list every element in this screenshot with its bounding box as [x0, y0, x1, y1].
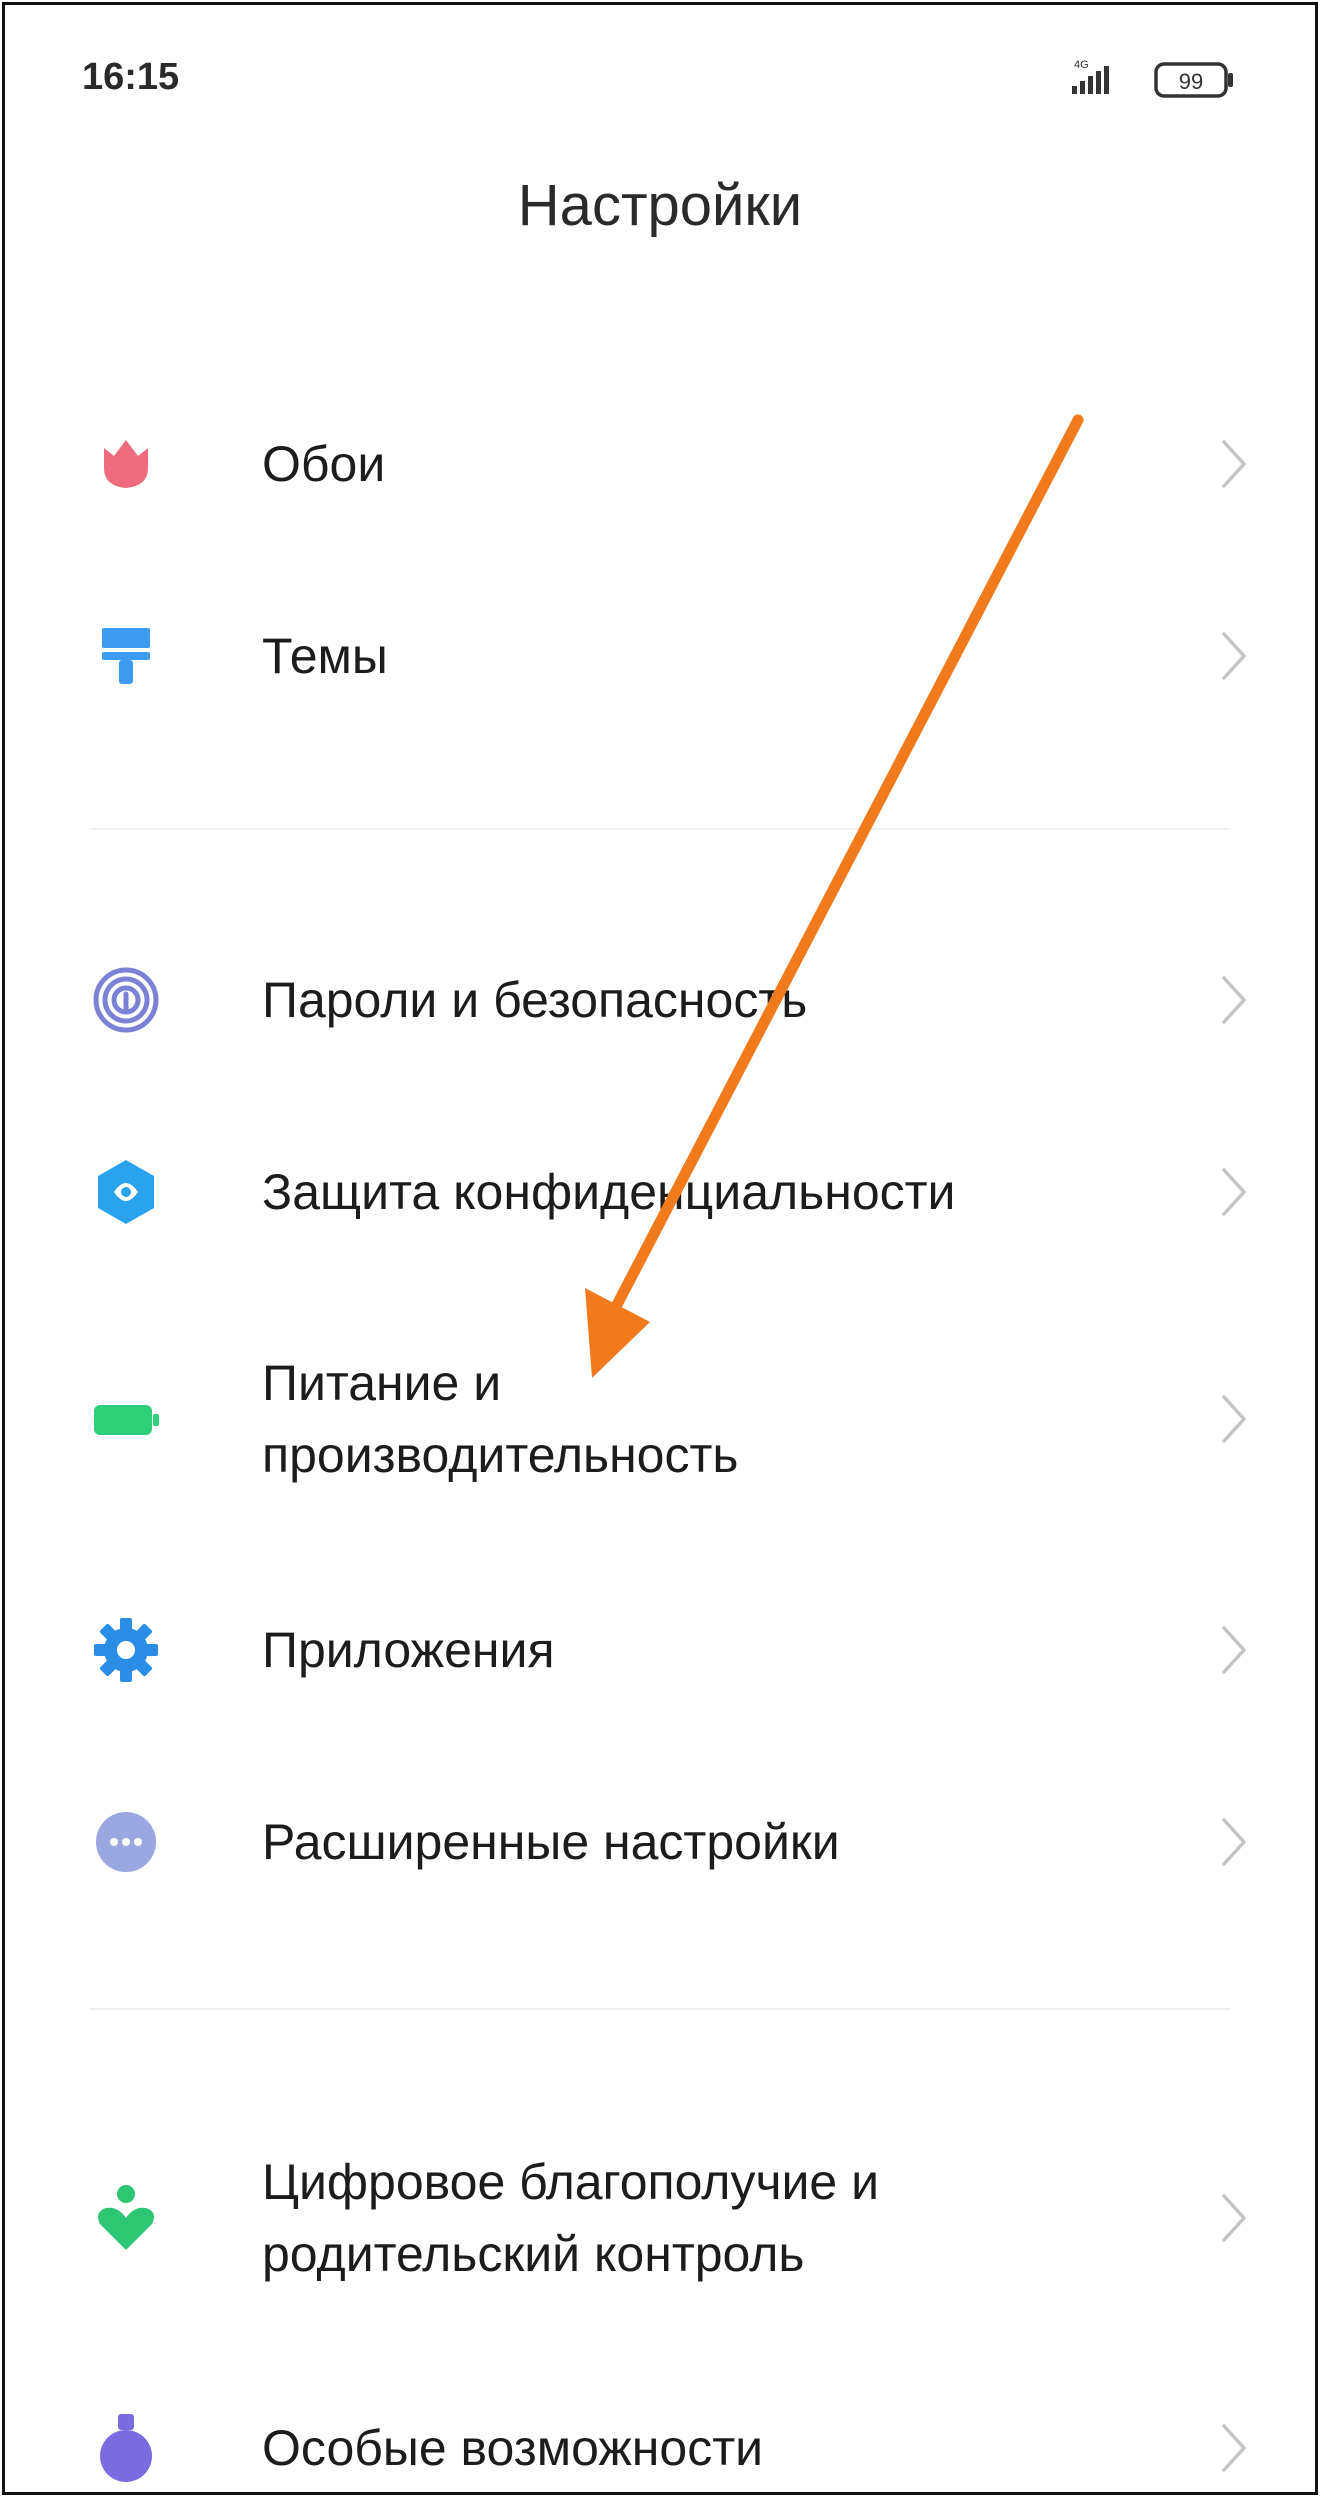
- more-dots-icon: [96, 1812, 156, 1872]
- section-divider: [90, 2008, 1230, 2010]
- chevron-right-icon: [1222, 2194, 1246, 2242]
- settings-item-digital-wellbeing[interactable]: Цифровое благополучие и родительский кон…: [0, 2146, 1320, 2290]
- battery-level-text: 99: [1179, 69, 1203, 94]
- settings-item-label-line: родительский контроль: [262, 2226, 805, 2282]
- apps-gear-icon: [94, 1618, 158, 1682]
- settings-item-battery-performance[interactable]: Питание и производительность: [0, 1347, 1320, 1491]
- settings-item-label: Защита конфиденциальности: [262, 1164, 956, 1220]
- settings-item-label: Пароли и безопасность: [262, 972, 808, 1028]
- chevron-right-icon: [1222, 440, 1246, 488]
- chevron-right-icon: [1222, 1626, 1246, 1674]
- chevron-right-icon: [1222, 2424, 1246, 2472]
- settings-item-label: Приложения: [262, 1622, 555, 1678]
- paint-roller-icon: [102, 628, 150, 684]
- settings-item-privacy-protection[interactable]: Защита конфиденциальности: [0, 1156, 1320, 1228]
- status-bar: 16:15 4G 99: [0, 0, 1320, 150]
- settings-item-apps[interactable]: Приложения: [0, 1614, 1320, 1686]
- battery-icon: [94, 1405, 159, 1435]
- signal-battery-icons: 4G 99: [1072, 59, 1233, 98]
- network-type-text: 4G: [1074, 59, 1089, 71]
- privacy-shield-icon: [98, 1160, 154, 1224]
- tulip-icon: [104, 440, 148, 488]
- wellbeing-icon: [98, 2185, 154, 2250]
- chevron-right-icon: [1222, 976, 1246, 1024]
- settings-item-label-line: Цифровое благополучие и: [262, 2154, 880, 2210]
- settings-item-label: Питание и производительность: [262, 1347, 1162, 1491]
- settings-item-label: Обои: [262, 436, 386, 492]
- fingerprint-icon: [93, 967, 159, 1033]
- accessibility-flask-icon: [100, 2414, 152, 2482]
- settings-item-label-line: Питание и: [262, 1355, 502, 1411]
- annotation-arrow: [585, 414, 1084, 1378]
- settings-item-accessibility[interactable]: Особые возможности: [0, 2412, 1320, 2484]
- chevron-right-icon: [1222, 632, 1246, 680]
- battery-status-icon: 99: [1154, 62, 1233, 98]
- settings-item-label-line: производительность: [262, 1427, 739, 1483]
- settings-item-label: Темы: [262, 628, 388, 684]
- settings-item-advanced-settings[interactable]: Расширенные настройки: [0, 1806, 1320, 1878]
- settings-item-passwords-security[interactable]: Пароли и безопасность: [0, 964, 1320, 1036]
- settings-item-label: Расширенные настройки: [262, 1814, 840, 1870]
- status-icons: 4G 99: [1070, 56, 1250, 111]
- section-divider: [90, 828, 1230, 830]
- chevron-right-icon: [1222, 1168, 1246, 1216]
- chevron-right-icon: [1222, 1818, 1246, 1866]
- settings-item-label: Особые возможности: [262, 2420, 764, 2476]
- settings-item-wallpaper[interactable]: Обои: [0, 428, 1320, 500]
- chevron-right-icon: [1222, 1395, 1246, 1443]
- settings-item-themes[interactable]: Темы: [0, 620, 1320, 692]
- settings-item-label: Цифровое благополучие и родительский кон…: [262, 2146, 1162, 2290]
- screenshot-frame: [2, 2, 1318, 2495]
- page-title: Настройки: [517, 173, 803, 238]
- status-time: 16:15: [82, 56, 180, 98]
